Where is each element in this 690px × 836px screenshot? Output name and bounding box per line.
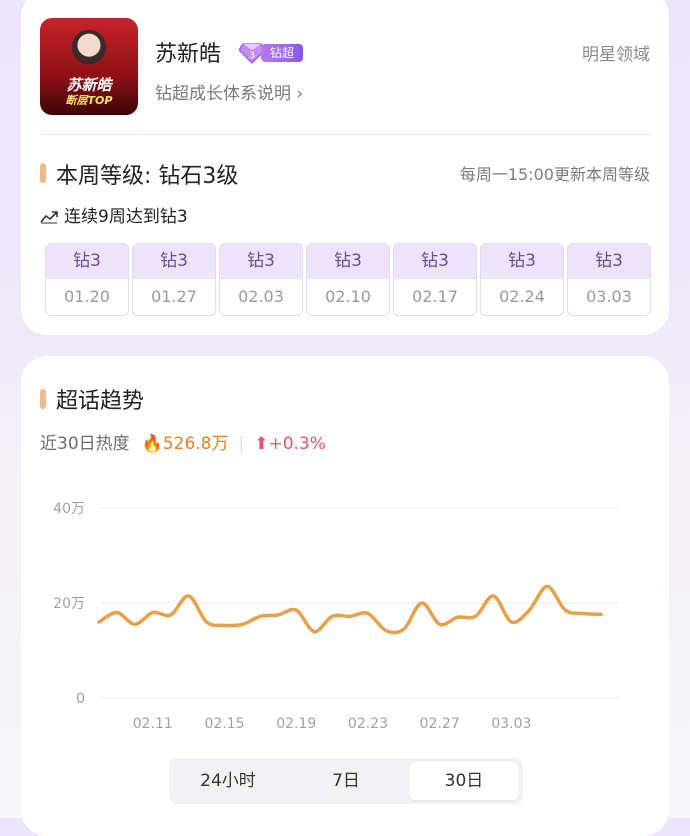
week-cell: 钻3 02.03 (219, 243, 303, 316)
week-cell: 钻3 02.24 (480, 243, 564, 316)
weekly-level-title: 本周等级: 钻石3级 (56, 164, 239, 189)
week-level: 钻3 (307, 244, 389, 279)
update-note: 每周一15:00更新本周等级 (459, 165, 650, 184)
x-tick-label: 02.23 (348, 716, 388, 732)
week-level: 钻3 (133, 244, 215, 279)
streak-text: 连续9周达到钻3 (64, 207, 188, 227)
user-name[interactable]: 苏新皓 (155, 36, 221, 68)
x-tick-label: 02.11 (133, 716, 173, 732)
diamond-badge[interactable]: 3 钻超 (239, 42, 303, 64)
x-tick-label: 03.03 (491, 716, 531, 732)
week-cell: 钻3 03.03 (567, 243, 651, 316)
y-tick-label: 0 (76, 691, 85, 707)
week-cell: 钻3 02.10 (306, 243, 390, 316)
trend-card: 超话趋势 近30日热度 🔥526.8万 | ⬆+0.3% 0 20万 40万 02.11 02… (21, 356, 669, 836)
badge-level: 3 (249, 51, 255, 61)
tab-24h[interactable]: 24小时 (173, 762, 283, 800)
avatar-subcaption: 断层TOP (65, 94, 113, 107)
x-tick-label: 02.19 (276, 716, 316, 732)
week-cell: 钻3 02.17 (393, 243, 477, 316)
region-label[interactable]: 明星领域 (582, 40, 650, 65)
week-date: 01.27 (151, 287, 197, 306)
trend-chart[interactable]: 0 20万 40万 02.11 02.15 02.19 02.23 02.27 03.03 (21, 356, 669, 756)
series-line (97, 584, 603, 635)
y-tick-label: 40万 (53, 501, 85, 517)
level-card: 苏新皓 断层TOP 苏新皓 3 钻超 钻超成长体系说明 › 明星领域 本周等级:… (21, 0, 669, 335)
tab-30d[interactable]: 30日 (409, 762, 519, 800)
week-date: 03.03 (586, 287, 632, 306)
week-date: 02.03 (238, 287, 284, 306)
week-level: 钻3 (568, 244, 650, 279)
divider (40, 134, 650, 135)
week-cell: 钻3 01.27 (132, 243, 216, 316)
week-cell: 钻3 01.20 (45, 243, 129, 316)
week-date: 02.10 (325, 287, 371, 306)
trend-up-icon (40, 211, 58, 224)
weekly-levels: 钻3 01.20 钻3 01.27 钻3 02.03 钻3 02.10 钻3 0… (45, 243, 653, 316)
badge-label: 钻超 (261, 44, 303, 62)
week-date: 02.24 (499, 287, 545, 306)
section-marker (40, 163, 46, 183)
week-level: 钻3 (46, 244, 128, 279)
tab-7d[interactable]: 7日 (291, 762, 401, 800)
growth-system-link[interactable]: 钻超成长体系说明 › (155, 79, 303, 104)
week-date: 02.17 (412, 287, 458, 306)
range-selector: 24小时 7日 30日 (169, 758, 523, 804)
week-level: 钻3 (220, 244, 302, 279)
week-date: 01.20 (64, 287, 110, 306)
avatar[interactable]: 苏新皓 断层TOP (40, 18, 138, 115)
x-tick-label: 02.27 (420, 716, 460, 732)
week-level: 钻3 (394, 244, 476, 279)
week-level: 钻3 (481, 244, 563, 279)
y-tick-label: 20万 (53, 596, 85, 612)
x-tick-label: 02.15 (204, 716, 244, 732)
streak-row: 连续9周达到钻3 (40, 202, 188, 227)
